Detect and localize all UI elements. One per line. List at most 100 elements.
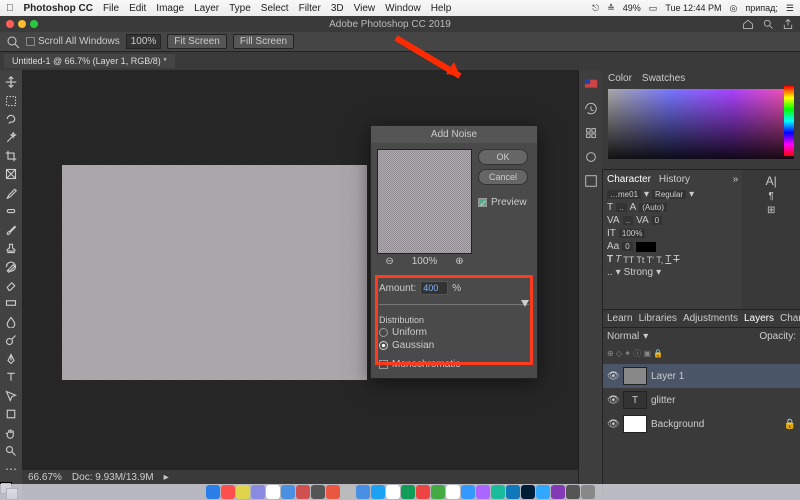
maximize-window-button[interactable] <box>30 20 38 28</box>
menu-window[interactable]: Window <box>385 3 421 14</box>
apple-icon[interactable]:  <box>6 3 14 14</box>
layer-name[interactable]: Layer 1 <box>651 371 684 382</box>
uniform-radio[interactable]: Uniform <box>379 327 529 338</box>
siri-icon[interactable]: припад; <box>745 3 778 13</box>
wand-tool[interactable] <box>2 129 20 145</box>
tab-layers[interactable]: Layers <box>744 313 774 324</box>
canvas-area[interactable]: Add Noise ⊖ 100% ⊕ OK Cancel ✓Preview <box>22 70 602 500</box>
fit-screen-button[interactable]: Fit Screen <box>167 34 227 49</box>
dock-app[interactable] <box>566 485 580 499</box>
menu-help[interactable]: Help <box>431 3 452 14</box>
minimize-window-button[interactable] <box>18 20 26 28</box>
paragraph-icon[interactable]: ¶ <box>768 191 773 202</box>
document-tab[interactable]: Untitled-1 @ 66.7% (Layer 1, RGB/8) * <box>4 54 175 68</box>
ok-button[interactable]: OK <box>478 149 528 165</box>
dock-app[interactable] <box>296 485 310 499</box>
dock-app[interactable] <box>446 485 460 499</box>
close-window-button[interactable] <box>6 20 14 28</box>
dock-app[interactable] <box>536 485 550 499</box>
menu-type[interactable]: Type <box>229 3 251 14</box>
font-select[interactable]: …me01 <box>607 190 641 199</box>
amount-input[interactable] <box>420 281 448 295</box>
tab-history[interactable]: History <box>659 174 690 185</box>
tab-libraries[interactable]: Libraries <box>639 313 677 324</box>
hue-slider[interactable] <box>784 86 794 156</box>
flag-icon[interactable] <box>584 78 598 92</box>
dialog-preview[interactable] <box>377 149 472 254</box>
layer-name[interactable]: glitter <box>651 395 675 406</box>
dock-app[interactable] <box>251 485 265 499</box>
lock-icon[interactable]: 🔒 <box>784 419 796 430</box>
heal-tool[interactable] <box>2 203 20 219</box>
frame-tool[interactable] <box>2 166 20 182</box>
stamp-tool[interactable] <box>2 240 20 256</box>
layer-thumb[interactable] <box>623 415 647 433</box>
dock-app[interactable] <box>356 485 370 499</box>
tab-adjustments[interactable]: Adjustments <box>683 313 738 324</box>
glyphs-icon[interactable]: ⊞ <box>767 205 775 216</box>
search-icon[interactable] <box>762 18 774 30</box>
dock-app[interactable] <box>221 485 235 499</box>
dock-app[interactable] <box>476 485 490 499</box>
kerning[interactable]: .. <box>623 216 633 225</box>
wifi-icon[interactable]: ≙ <box>607 3 615 14</box>
fill-screen-button[interactable]: Fill Screen <box>233 34 294 49</box>
tab-character[interactable]: Character <box>607 174 651 185</box>
vscale[interactable]: 100% <box>619 229 645 238</box>
properties-icon[interactable] <box>584 126 598 140</box>
dock-app[interactable] <box>281 485 295 499</box>
dock-app[interactable] <box>206 485 220 499</box>
hand-tool[interactable] <box>2 424 20 440</box>
status-zoom[interactable]: 66.67% <box>28 472 62 483</box>
dock-app[interactable] <box>401 485 415 499</box>
battery-icon[interactable]: ▭ <box>649 3 658 14</box>
gaussian-radio[interactable]: Gaussian <box>379 340 529 351</box>
cancel-button[interactable]: Cancel <box>478 169 528 185</box>
dock-app[interactable] <box>236 485 250 499</box>
dock-app[interactable] <box>386 485 400 499</box>
history-icon[interactable] <box>584 102 598 116</box>
zoom-out-icon[interactable]: ⊖ <box>385 256 393 267</box>
home-icon[interactable] <box>742 18 754 30</box>
menu-select[interactable]: Select <box>261 3 289 14</box>
dock-app[interactable] <box>266 485 280 499</box>
amount-slider[interactable] <box>379 299 529 309</box>
dock-app-photoshop[interactable] <box>521 485 535 499</box>
tab-channels[interactable]: Channels <box>780 313 800 324</box>
gradient-tool[interactable] <box>2 295 20 311</box>
shape-tool[interactable] <box>2 406 20 422</box>
crop-tool[interactable] <box>2 148 20 164</box>
dock-trash[interactable] <box>581 485 595 499</box>
tab-color[interactable]: Color <box>608 73 632 84</box>
lasso-tool[interactable] <box>2 111 20 127</box>
dock-app[interactable] <box>431 485 445 499</box>
baseline[interactable]: 0 <box>622 242 632 251</box>
tracking[interactable]: 0 <box>652 216 662 225</box>
type-tool[interactable] <box>2 369 20 385</box>
menu-edit[interactable]: Edit <box>129 3 146 14</box>
menu-view[interactable]: View <box>354 3 376 14</box>
visibility-icon[interactable]: 👁 <box>607 395 619 406</box>
eraser-tool[interactable] <box>2 277 20 293</box>
dock-app[interactable] <box>491 485 505 499</box>
pen-tool[interactable] <box>2 351 20 367</box>
leading[interactable]: (Auto) <box>639 203 667 212</box>
marquee-tool[interactable] <box>2 92 20 108</box>
font-size[interactable]: .. <box>616 203 626 212</box>
tab-swatches[interactable]: Swatches <box>642 73 685 84</box>
scroll-all-checkbox[interactable]: Scroll All Windows <box>26 36 120 47</box>
layer-row[interactable]: 👁 Layer 1 <box>603 364 800 388</box>
blur-tool[interactable] <box>2 314 20 330</box>
brush-presets-icon[interactable] <box>584 150 598 164</box>
visibility-icon[interactable]: 👁 <box>607 371 619 382</box>
move-tool[interactable] <box>2 74 20 90</box>
dock-app[interactable] <box>311 485 325 499</box>
layer-thumb[interactable]: T <box>623 391 647 409</box>
brush-tool[interactable] <box>2 222 20 238</box>
layer-row[interactable]: 👁 T glitter <box>603 388 800 412</box>
dock-app[interactable] <box>341 485 355 499</box>
zoom-value[interactable]: 100% <box>126 34 162 49</box>
menu-layer[interactable]: Layer <box>194 3 219 14</box>
zoom-in-icon[interactable]: ⊕ <box>455 256 463 267</box>
share-icon[interactable] <box>782 18 794 30</box>
